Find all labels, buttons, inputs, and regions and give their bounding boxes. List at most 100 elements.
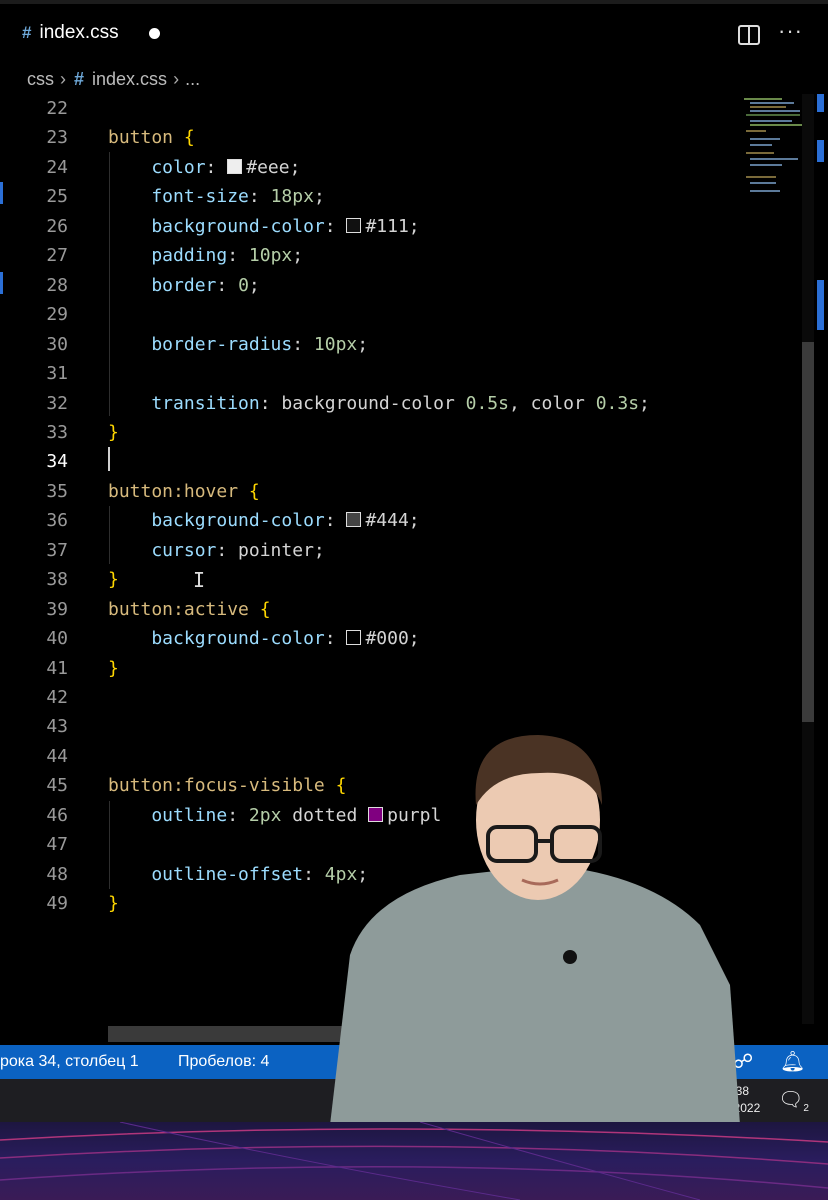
code-line[interactable]: 27 padding: 10px; xyxy=(0,241,800,270)
line-number: 24 xyxy=(46,156,68,178)
token-sel: button:hover xyxy=(108,480,249,502)
overview-ruler-mark xyxy=(817,280,824,330)
code-text: transition: background-color 0.5s, color… xyxy=(108,389,650,418)
breadcrumb-file[interactable]: index.css xyxy=(92,69,167,90)
scrollbar-thumb[interactable] xyxy=(802,342,814,722)
code-line[interactable]: 23 button { xyxy=(0,123,800,152)
breadcrumb-folder[interactable]: css xyxy=(27,69,54,90)
line-number: 36 xyxy=(46,510,68,532)
token-num: 0.5s xyxy=(465,392,509,414)
code-line[interactable]: 29 xyxy=(0,300,800,329)
token-prop: background-color xyxy=(108,628,325,650)
line-number: 38 xyxy=(46,569,68,591)
code-line[interactable]: 36 background-color: #444; xyxy=(0,506,800,535)
code-line[interactable]: 42 xyxy=(0,683,800,712)
code-line[interactable]: 25 font-size: 18px; xyxy=(0,182,800,211)
line-number: 47 xyxy=(46,834,68,856)
code-text: border-radius: 10px; xyxy=(108,330,368,359)
line-number: 41 xyxy=(46,657,68,679)
line-number: 40 xyxy=(46,628,68,650)
token-prop: outline xyxy=(108,804,228,826)
code-line[interactable]: 34 xyxy=(0,447,800,476)
tab-bar: # index.css ··· xyxy=(0,0,828,62)
token-val: ; xyxy=(248,274,260,296)
token-val: : pointer; xyxy=(216,539,325,561)
color-swatch-icon[interactable] xyxy=(346,630,362,646)
token-num: 0 xyxy=(238,274,249,296)
unsaved-dot-icon[interactable] xyxy=(148,27,160,39)
code-text: background-color: #000; xyxy=(108,624,419,653)
tab-index-css[interactable]: # index.css xyxy=(22,22,160,44)
bell-icon[interactable]: 🔔︎ xyxy=(780,1049,805,1074)
token-prop: border-radius xyxy=(108,333,293,355)
token-num: 18px xyxy=(270,186,314,208)
line-number: 28 xyxy=(46,274,68,296)
token-prop: font-size xyxy=(108,186,249,208)
file-hash-icon: # xyxy=(74,68,85,89)
color-swatch-icon[interactable] xyxy=(346,217,362,233)
code-line[interactable]: 28 border: 0; xyxy=(0,271,800,300)
token-brace: { xyxy=(183,127,195,149)
token-brace: { xyxy=(248,480,260,502)
line-number: 32 xyxy=(46,392,68,414)
code-line[interactable]: 26 background-color: #111; xyxy=(0,212,800,241)
minimap[interactable] xyxy=(742,94,802,204)
token-prop: border xyxy=(108,274,217,296)
line-number: 27 xyxy=(46,245,68,267)
color-swatch-icon[interactable] xyxy=(227,158,243,174)
code-text: } xyxy=(108,418,119,447)
code-line[interactable]: 38} xyxy=(0,565,800,594)
token-val: : xyxy=(216,274,239,296)
split-editor-icon[interactable] xyxy=(738,25,760,45)
code-line[interactable]: 30 border-radius: 10px; xyxy=(0,330,800,359)
token-val: #eee; xyxy=(246,156,301,178)
line-number: 26 xyxy=(46,215,68,237)
line-number: 23 xyxy=(46,127,68,149)
more-actions-icon[interactable]: ··· xyxy=(778,18,803,44)
status-cursor-position[interactable]: рока 34, столбец 1 xyxy=(0,1053,139,1071)
token-val: : xyxy=(324,510,347,532)
token-prop: padding xyxy=(108,245,228,267)
code-line[interactable]: 41} xyxy=(0,654,800,683)
line-number: 44 xyxy=(46,745,68,767)
presenter-webcam-overlay xyxy=(290,725,760,1125)
token-prop: background-color xyxy=(108,510,325,532)
token-prop: cursor xyxy=(108,539,217,561)
code-line[interactable]: 39 button:active { xyxy=(0,595,800,624)
token-val: ; xyxy=(313,186,325,208)
token-num: 10px xyxy=(313,333,358,355)
token-val: #444; xyxy=(365,510,420,532)
line-number: 30 xyxy=(46,333,68,355)
status-indentation[interactable]: Пробелов: 4 xyxy=(178,1053,269,1071)
token-val: ; xyxy=(357,333,369,355)
backdrop-grid xyxy=(0,1122,828,1200)
code-text: button:active { xyxy=(108,595,271,624)
token-prop: transition xyxy=(108,392,260,414)
code-line[interactable]: 24 color: #eee; xyxy=(0,153,800,182)
line-number: 33 xyxy=(46,421,68,443)
color-swatch-icon[interactable] xyxy=(346,512,362,528)
token-brace: } xyxy=(108,421,119,443)
code-line[interactable]: 31 xyxy=(0,359,800,388)
notifications-icon[interactable]: 🗨︎2 xyxy=(778,1087,809,1114)
token-val: : xyxy=(227,245,249,267)
overview-ruler-mark xyxy=(817,140,824,162)
code-text: } xyxy=(108,654,119,683)
line-number: 39 xyxy=(46,598,68,620)
code-line[interactable]: 37 cursor: pointer; xyxy=(0,536,800,565)
breadcrumb-more[interactable]: ... xyxy=(185,69,200,90)
token-brace: { xyxy=(259,598,271,620)
token-prop: color xyxy=(108,156,206,178)
gutter-change-mark xyxy=(0,272,3,294)
code-line[interactable]: 32 transition: background-color 0.5s, co… xyxy=(0,389,800,418)
code-line[interactable]: 40 background-color: #000; xyxy=(0,624,800,653)
line-number: 45 xyxy=(46,775,68,797)
token-prop: background-color xyxy=(108,215,325,237)
code-line[interactable]: 33} xyxy=(0,418,800,447)
token-val: ; xyxy=(292,245,304,267)
code-text: button { xyxy=(108,123,195,152)
code-line[interactable]: 35 button:hover { xyxy=(0,477,800,506)
code-line[interactable]: 22 xyxy=(0,94,800,123)
token-brace: } xyxy=(108,569,119,591)
line-number: 43 xyxy=(46,716,68,738)
